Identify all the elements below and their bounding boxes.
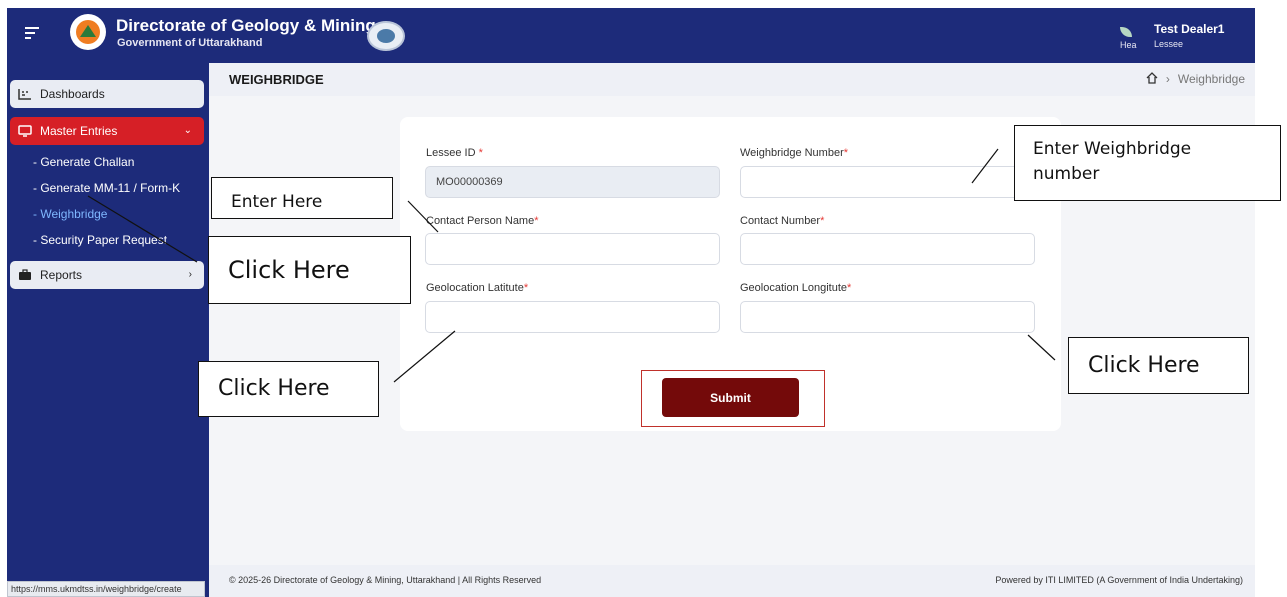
dashboard-icon [18,89,31,100]
breadcrumb-separator-icon: › [1165,72,1170,86]
department-seal-icon [367,21,405,51]
sidebar-item-dashboards[interactable]: Dashboards [10,80,204,108]
top-header: Directorate of Geology & Mining Governme… [7,8,1255,63]
submit-button[interactable]: Submit [662,378,799,417]
latitude-label: Geolocation Latitute* [426,282,529,294]
longitude-label: Geolocation Longitute* [740,282,852,294]
menu-icon[interactable] [25,27,39,39]
contact-person-label: Contact Person Name* [426,215,539,227]
lessee-id-field: MO00000369 [425,166,720,198]
annotation-click-here-longitude: Click Here [1068,337,1249,394]
brand-title: Directorate of Geology & Mining [116,16,376,35]
page-header: WEIGHBRIDGE › Weighbridge [209,63,1255,96]
chevron-down-icon: ⌄ [183,125,192,136]
longitude-input[interactable] [740,301,1035,333]
contact-person-input[interactable] [425,233,720,265]
sidebar-subitem-generate-challan[interactable]: - Generate Challan [33,155,134,169]
annotation-line-1: Enter Weighbridge [1033,139,1192,159]
sidebar-item-reports[interactable]: Reports › [10,261,204,289]
state-logo-icon [70,14,106,50]
contact-number-label: Contact Number* [740,215,825,227]
user-role: Lessee [1154,39,1184,49]
avatar-alt-text: Hea [1120,40,1137,50]
breadcrumb: › Weighbridge [1146,72,1245,86]
footer: © 2025-26 Directorate of Geology & Minin… [209,565,1255,597]
annotation-enter-weighbridge: Enter Weighbridge number [1014,125,1281,201]
monitor-icon [18,125,32,137]
sidebar-item-label: Dashboards [40,87,105,101]
sidebar-subitem-weighbridge[interactable]: - Weighbridge [33,207,107,221]
annotation-enter-here: Enter Here [211,177,393,219]
chevron-right-icon: › [188,269,192,280]
sidebar-item-master-entries[interactable]: Master Entries ⌄ [10,117,204,145]
weighbridge-number-label: Weighbridge Number* [740,147,849,159]
annotation-click-here-latitude: Click Here [198,361,379,417]
annotation-click-here-weighbridge: Click Here [208,236,411,304]
lessee-id-label: Lessee ID * [426,147,483,159]
user-name[interactable]: Test Dealer1 [1154,22,1224,36]
latitude-input[interactable] [425,301,720,333]
weighbridge-number-input[interactable] [740,166,1035,198]
sidebar-item-label: Reports [40,268,83,282]
sidebar: Dashboards Master Entries ⌄ - Generate C… [7,63,209,597]
home-icon[interactable] [1146,72,1158,84]
sidebar-subitem-generate-mm11[interactable]: - Generate MM-11 / Form-K [33,181,180,195]
briefcase-icon [19,269,31,280]
annotation-line-2: number [1033,164,1100,184]
avatar[interactable] [1120,27,1132,41]
status-url: https://mms.ukmdtss.in/weighbridge/creat… [7,581,205,597]
brand-subtitle: Government of Uttarakhand [117,37,263,49]
footer-powered-by: Powered by ITI LIMITED (A Government of … [995,575,1243,585]
sidebar-item-label: Master Entries [40,124,118,138]
page-title: WEIGHBRIDGE [229,72,324,87]
footer-copyright: © 2025-26 Directorate of Geology & Minin… [229,575,542,585]
sidebar-subitem-security-paper[interactable]: - Security Paper Request [33,233,167,247]
breadcrumb-current: Weighbridge [1177,72,1245,86]
contact-number-input[interactable] [740,233,1035,265]
